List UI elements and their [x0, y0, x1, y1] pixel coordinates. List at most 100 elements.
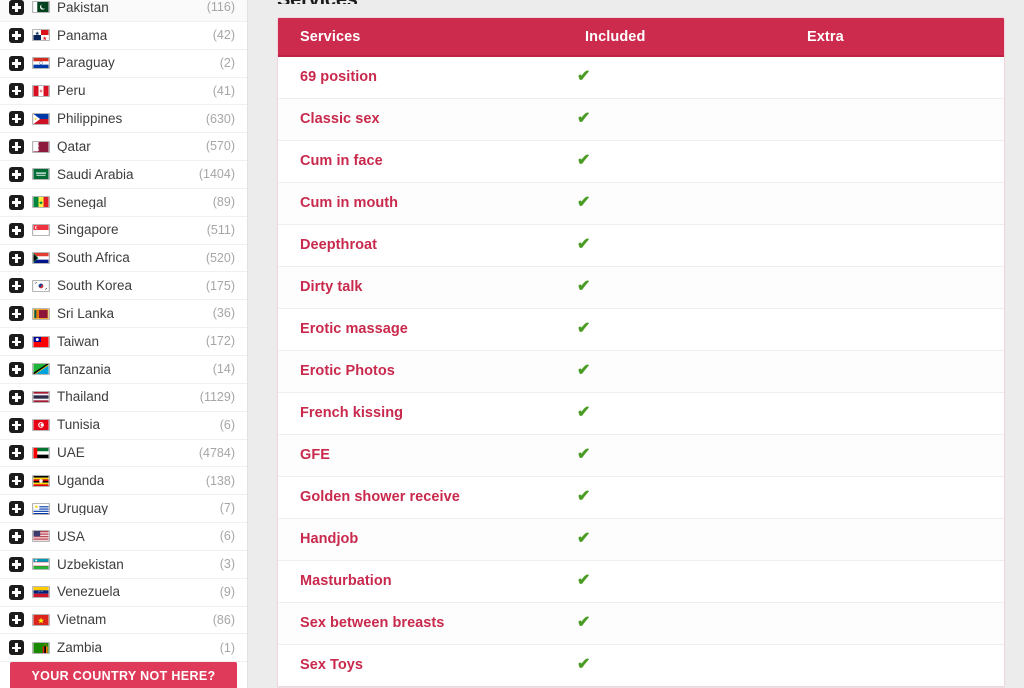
- plus-icon[interactable]: [9, 389, 24, 405]
- flag-icon: [32, 307, 50, 320]
- country-name: Uzbekistan: [57, 557, 124, 572]
- country-list-item[interactable]: Peru (41): [0, 77, 247, 106]
- flag-icon: [32, 419, 50, 432]
- check-icon: ✔: [577, 446, 591, 463]
- plus-icon[interactable]: [9, 222, 24, 238]
- country-list-item[interactable]: Uruguay (7): [0, 495, 247, 524]
- plus-icon[interactable]: [9, 584, 24, 600]
- country-list-item[interactable]: South Africa (520): [0, 244, 247, 273]
- extra-cell: [785, 182, 1004, 225]
- check-icon: ✔: [577, 530, 591, 547]
- country-list-item[interactable]: Uzbekistan (3): [0, 550, 247, 579]
- your-country-not-here-button[interactable]: YOUR COUNTRY NOT HERE?: [10, 662, 237, 688]
- plus-icon[interactable]: [9, 501, 24, 517]
- check-icon: ✔: [577, 110, 591, 127]
- flag-icon: [32, 558, 50, 571]
- plus-icon[interactable]: [9, 166, 24, 182]
- services-table: Services Included Extra 69 position ✔ Clas…: [278, 18, 1004, 686]
- included-cell: ✔: [563, 602, 785, 645]
- plus-icon[interactable]: [9, 640, 24, 656]
- country-list-item[interactable]: Uganda (138): [0, 467, 247, 496]
- service-name-cell: Sex Toys: [278, 644, 563, 686]
- plus-icon[interactable]: [9, 612, 24, 628]
- country-list-item[interactable]: Zambia (1): [0, 634, 247, 663]
- table-row: GFE ✔: [278, 434, 1004, 477]
- extra-cell: [785, 140, 1004, 183]
- country-list-item[interactable]: Sri Lanka (36): [0, 300, 247, 329]
- page-title: Services: [277, 0, 1005, 4]
- country-list-item[interactable]: Qatar (570): [0, 133, 247, 162]
- country-list-item[interactable]: Philippines (630): [0, 105, 247, 134]
- flag-icon: [32, 140, 50, 153]
- service-name-cell: Sex between breasts: [278, 602, 563, 645]
- plus-icon[interactable]: [9, 334, 24, 350]
- country-sidebar: Pakistan (116) Panama (42) Paraguay (2) Peru (4…: [0, 0, 248, 688]
- check-icon: ✔: [577, 68, 591, 86]
- country-name: Panama: [57, 28, 108, 43]
- extra-cell: [785, 98, 1004, 141]
- country-count: (14): [212, 362, 235, 377]
- country-name: Tunisia: [57, 418, 101, 432]
- plus-icon[interactable]: [9, 83, 24, 99]
- column-header-extra: Extra: [785, 18, 1004, 57]
- country-list-item[interactable]: Vietnam (86): [0, 606, 247, 635]
- service-name-cell: Erotic Photos: [278, 350, 563, 393]
- table-row: Erotic massage ✔: [278, 308, 1004, 351]
- country-list-item[interactable]: Panama (42): [0, 21, 247, 50]
- check-icon: ✔: [577, 572, 591, 589]
- country-list-item[interactable]: Saudi Arabia (1404): [0, 161, 247, 189]
- country-list-item[interactable]: Tanzania (14): [0, 355, 247, 384]
- included-cell: ✔: [563, 644, 785, 686]
- plus-icon[interactable]: [9, 556, 24, 572]
- plus-icon[interactable]: [9, 473, 24, 489]
- country-count: (511): [206, 222, 235, 237]
- included-cell: ✔: [563, 182, 785, 225]
- flag-icon: [32, 586, 50, 599]
- country-name: Pakistan: [57, 0, 109, 15]
- service-name-cell: Erotic massage: [278, 308, 563, 351]
- plus-icon[interactable]: [9, 417, 24, 433]
- country-name: Saudi Arabia: [57, 167, 134, 182]
- country-list-item[interactable]: Senegal (89): [0, 188, 247, 217]
- country-list-item[interactable]: South Korea (175): [0, 272, 247, 301]
- country-list-item[interactable]: UAE (4784): [0, 439, 247, 468]
- country-list-item[interactable]: USA (6): [0, 523, 247, 551]
- country-count: (116): [206, 0, 235, 15]
- plus-icon[interactable]: [9, 27, 24, 43]
- check-icon: ✔: [577, 152, 591, 169]
- extra-cell: [785, 308, 1004, 351]
- service-name-cell: Masturbation: [278, 560, 563, 603]
- country-count: (7): [219, 501, 235, 516]
- country-name: Thailand: [57, 390, 109, 404]
- country-list-item[interactable]: Singapore (511): [0, 216, 247, 245]
- services-table-head: Services Included Extra: [278, 18, 1004, 57]
- plus-icon[interactable]: [9, 250, 24, 266]
- flag-icon: [32, 252, 50, 265]
- country-count: (1): [219, 640, 235, 655]
- country-list-item[interactable]: Pakistan (116): [0, 0, 247, 22]
- plus-icon[interactable]: [9, 139, 24, 155]
- country-list-item[interactable]: Paraguay (2): [0, 49, 247, 78]
- included-cell: ✔: [563, 392, 785, 435]
- country-count: (42): [212, 28, 235, 43]
- plus-icon[interactable]: [9, 111, 24, 127]
- included-cell: ✔: [563, 98, 785, 141]
- plus-icon[interactable]: [9, 445, 24, 461]
- page-root: Pakistan (116) Panama (42) Paraguay (2) Peru (4…: [0, 0, 1024, 688]
- service-name-cell: 69 position: [278, 56, 563, 99]
- plus-icon[interactable]: [9, 528, 24, 544]
- country-list-item[interactable]: Tunisia (6): [0, 411, 247, 440]
- plus-icon[interactable]: [9, 361, 24, 377]
- plus-icon[interactable]: [9, 55, 24, 71]
- plus-icon[interactable]: [9, 278, 24, 294]
- country-list-item[interactable]: Thailand (1129): [0, 383, 247, 412]
- country-count: (520): [205, 250, 235, 265]
- plus-icon[interactable]: [9, 194, 24, 210]
- extra-cell: [785, 644, 1004, 686]
- flag-icon: [32, 613, 50, 626]
- extra-cell: [785, 518, 1004, 561]
- country-list-item[interactable]: Venezuela (9): [0, 578, 247, 607]
- plus-icon[interactable]: [9, 0, 24, 15]
- plus-icon[interactable]: [9, 306, 24, 322]
- country-list-item[interactable]: Taiwan (172): [0, 328, 247, 356]
